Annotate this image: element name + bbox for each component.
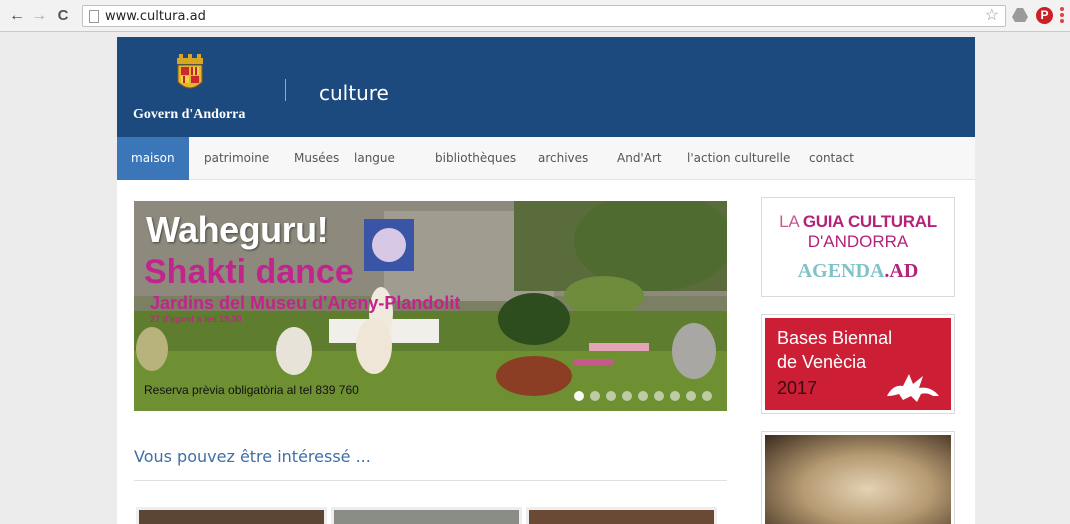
biennal-banner[interactable]: Bases Biennal de Venècia 2017 bbox=[761, 314, 955, 414]
hero-slider[interactable]: Waheguru! Shakti dance Jardins del Museu… bbox=[134, 201, 727, 411]
agenda-logo-suffix: .AD bbox=[884, 260, 919, 282]
slider-dot[interactable] bbox=[590, 391, 600, 401]
slider-dot[interactable] bbox=[622, 391, 632, 401]
reload-icon[interactable]: C bbox=[54, 6, 72, 26]
header-divider bbox=[285, 79, 286, 101]
star-icon[interactable]: ☆ bbox=[985, 7, 999, 25]
menu-item-maison[interactable]: maison bbox=[117, 137, 189, 180]
guia-subtitle: D'ANDORRA bbox=[807, 232, 909, 251]
guia-title-la: LA bbox=[779, 212, 803, 231]
divider bbox=[134, 480, 727, 481]
arrow-right-icon[interactable]: → bbox=[30, 6, 48, 26]
menu-item-action-culturelle[interactable]: l'action culturelle bbox=[687, 137, 790, 180]
slide-reservation: Reserva prèvia obligatòria al tel 839 76… bbox=[144, 383, 359, 397]
guia-cultural-banner[interactable]: LA GUIA CULTURAL D'ANDORRA AGENDA.AD bbox=[761, 197, 955, 297]
page-container: Govern d'Andorra culture maison patrimoi… bbox=[117, 37, 975, 524]
menu-item-langue[interactable]: langue bbox=[354, 137, 395, 180]
menu-item-patrimoine[interactable]: patrimoine bbox=[204, 137, 269, 180]
drive-icon[interactable] bbox=[1012, 8, 1028, 22]
slider-dot[interactable] bbox=[606, 391, 616, 401]
slider-dot[interactable] bbox=[654, 391, 664, 401]
guia-title: LA GUIA CULTURAL bbox=[762, 212, 954, 232]
related-thumbnail[interactable] bbox=[526, 507, 717, 524]
slider-dots bbox=[574, 391, 712, 401]
agenda-logo: AGENDA.AD bbox=[762, 260, 954, 283]
slide-date: 27 d'agost a les 19.30 bbox=[150, 314, 242, 324]
arrow-left-icon[interactable]: ← bbox=[8, 6, 26, 26]
pinterest-icon[interactable]: P bbox=[1036, 7, 1053, 24]
address-bar[interactable]: www.cultura.ad ☆ bbox=[82, 5, 1006, 27]
slide-headline: Waheguru! bbox=[146, 209, 329, 250]
menu-item-musees[interactable]: Musées bbox=[294, 137, 339, 180]
biennal-panel: Bases Biennal de Venècia 2017 bbox=[765, 318, 951, 410]
guia-title-main: GUIA CULTURAL bbox=[802, 212, 937, 231]
browser-toolbar: ← → C www.cultura.ad ☆ P bbox=[0, 0, 1070, 32]
slider-dot[interactable] bbox=[638, 391, 648, 401]
menu-icon[interactable] bbox=[1060, 7, 1064, 25]
related-thumbnail[interactable] bbox=[331, 507, 522, 524]
section-title: culture bbox=[319, 81, 389, 105]
andorra-crest-logo[interactable] bbox=[175, 54, 205, 94]
interest-heading: Vous pouvez être intéressé ... bbox=[134, 447, 371, 466]
menu-item-archives[interactable]: archives bbox=[538, 137, 588, 180]
manuscript-image bbox=[765, 435, 951, 524]
menu-item-andart[interactable]: And'Art bbox=[617, 137, 662, 180]
slider-dot[interactable] bbox=[702, 391, 712, 401]
site-header: Govern d'Andorra culture bbox=[117, 37, 975, 137]
biennal-year: 2017 bbox=[777, 378, 818, 398]
main-menu: maison patrimoine Musées langue biblioth… bbox=[117, 137, 975, 180]
slider-dot[interactable] bbox=[686, 391, 696, 401]
page-icon bbox=[89, 10, 99, 23]
related-thumbnail[interactable] bbox=[136, 507, 327, 524]
menu-item-bibliotheques[interactable]: bibliothèques bbox=[435, 137, 516, 180]
biennal-line2: de Venècia bbox=[777, 352, 867, 372]
govern-logo-text[interactable]: Govern d'Andorra bbox=[133, 107, 245, 123]
agenda-logo-main: AGENDA bbox=[797, 260, 885, 282]
biennal-line1: Bases Biennal bbox=[777, 328, 893, 348]
slide-subtitle: Shakti dance bbox=[144, 253, 354, 291]
slider-dot[interactable] bbox=[670, 391, 680, 401]
slide-location: Jardins del Museu d'Areny-Plandolit bbox=[150, 293, 461, 313]
url-text[interactable]: www.cultura.ad bbox=[105, 9, 206, 24]
winged-lion-icon bbox=[887, 374, 939, 402]
manuscript-banner[interactable] bbox=[761, 431, 955, 524]
slider-dot[interactable] bbox=[574, 391, 584, 401]
menu-item-contact[interactable]: contact bbox=[809, 137, 854, 180]
